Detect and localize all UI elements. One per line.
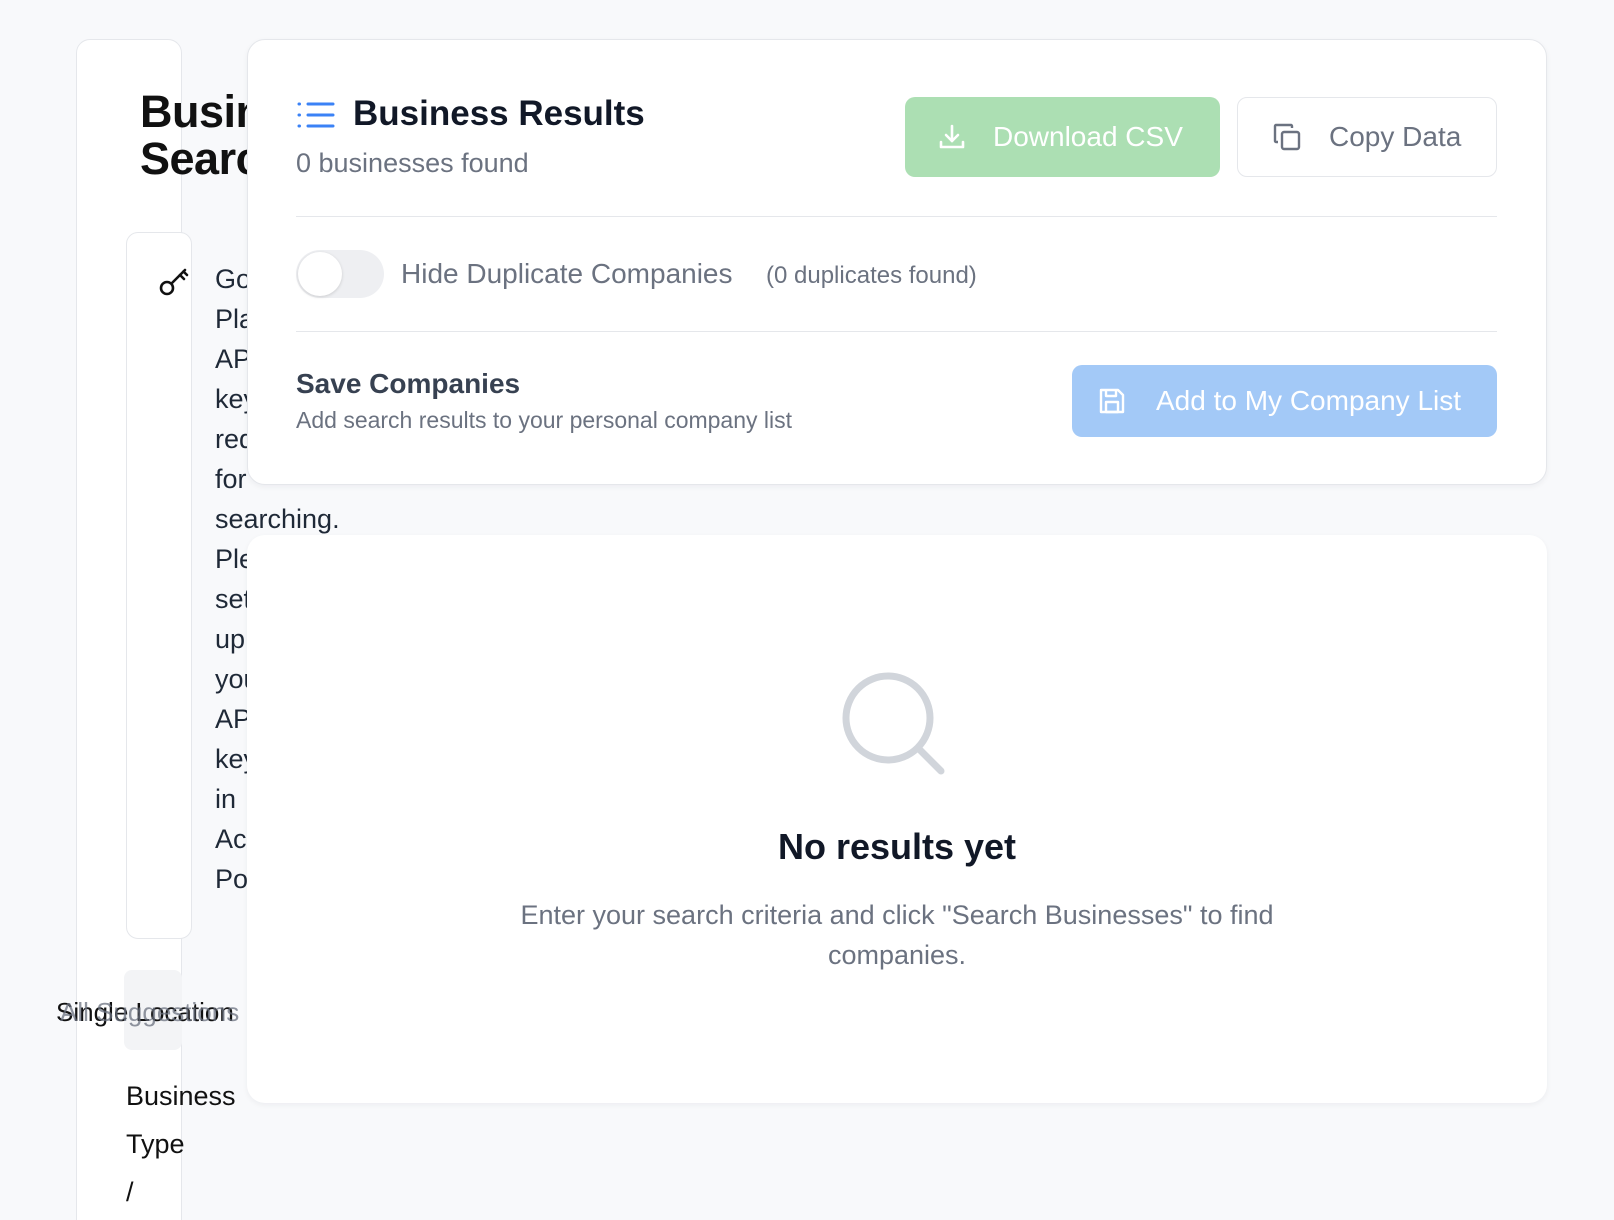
page: Business Search GooglePlacesAPIkeyrequir…: [0, 0, 1614, 1220]
results-count: 0 businesses found: [296, 148, 529, 178]
toggle-knob: [298, 252, 342, 296]
download-csv-button[interactable]: Download CSV: [905, 97, 1220, 177]
results-title: Business Results: [353, 94, 645, 133]
business-type-word: /: [126, 1177, 134, 1207]
empty-state-card: [247, 535, 1547, 1103]
duplicates-count: (0 duplicates found): [766, 262, 977, 289]
empty-state-description: Enter your search criteria and click "Se…: [520, 900, 1274, 970]
business-type-label: Business Type /: [126, 1072, 236, 1216]
save-icon: [1099, 388, 1125, 414]
copy-icon: [1273, 123, 1301, 151]
empty-state-title: No results yet: [777, 826, 1017, 867]
add-to-company-list-label: Add to My Company List: [1156, 385, 1462, 416]
search-panel-title: Business Search: [140, 88, 250, 182]
add-to-company-list-button[interactable]: Add to My Company List: [1072, 365, 1497, 437]
key-icon: [159, 268, 189, 296]
business-type-word: Business: [126, 1081, 236, 1111]
api-key-notice: [126, 232, 192, 939]
copy-data-label: Copy Data: [1329, 121, 1462, 152]
business-type-word: Type: [126, 1129, 185, 1159]
divider: [296, 331, 1497, 332]
download-csv-label: Download CSV: [993, 121, 1183, 152]
hide-duplicates-label: Hide Duplicate Companies: [401, 258, 733, 289]
hide-duplicates-toggle[interactable]: [296, 250, 384, 298]
download-icon: [939, 124, 965, 149]
api-key-notice-word: searching.: [215, 504, 340, 534]
list-icon: [297, 102, 335, 128]
search-icon: [842, 672, 945, 775]
save-companies-title: Save Companies: [296, 368, 521, 399]
save-companies-description: Add search results to your personal comp…: [296, 407, 793, 433]
copy-data-button[interactable]: Copy Data: [1237, 97, 1497, 177]
divider: [296, 216, 1497, 217]
mode-option-all-suggestions[interactable]: All Suggestions: [60, 996, 250, 1028]
